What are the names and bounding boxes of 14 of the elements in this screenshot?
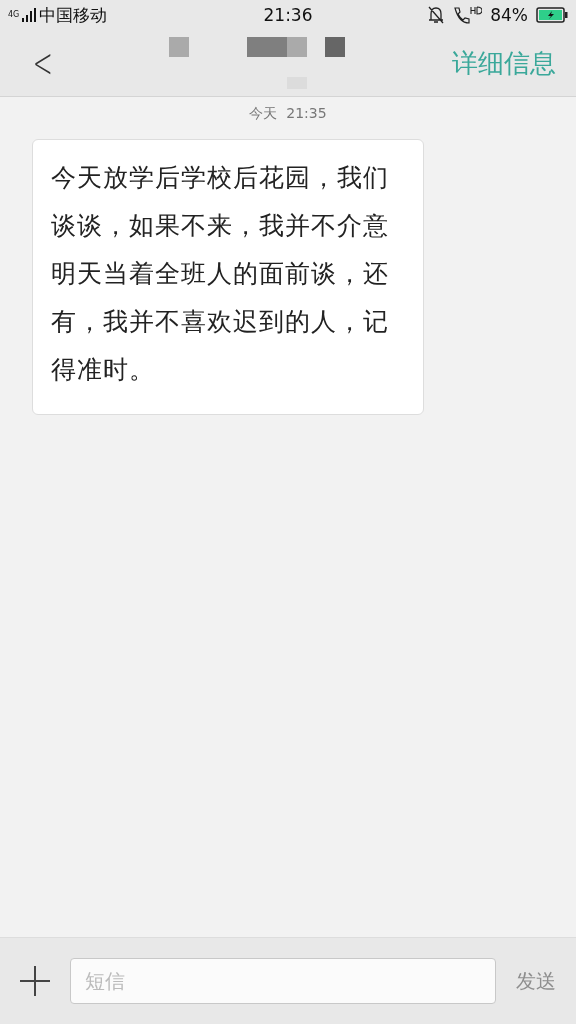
add-icon[interactable]: [20, 966, 50, 996]
carrier-name: 中国移动: [39, 3, 108, 27]
back-button[interactable]: <: [29, 40, 57, 86]
phone-hd-icon: [452, 6, 483, 24]
clock: 21:36: [263, 5, 313, 25]
network-type: 4G: [8, 9, 20, 19]
details-link[interactable]: 详细信息: [452, 45, 556, 81]
bell-muted-icon: [428, 6, 445, 24]
message-input-field[interactable]: 短信: [70, 958, 496, 1004]
message-timestamp: 今天 21:35: [249, 105, 327, 123]
message-bubble: 今天放学后学校后花园，我们谈谈，如果不来，我并不介意明天当着全班人的面前谈，还有，我并不喜欢迟到的人，记得准时。: [32, 139, 424, 415]
signal-icon: [22, 8, 37, 22]
battery-charging-icon: [536, 7, 568, 23]
battery-percent: 84%: [490, 5, 528, 25]
